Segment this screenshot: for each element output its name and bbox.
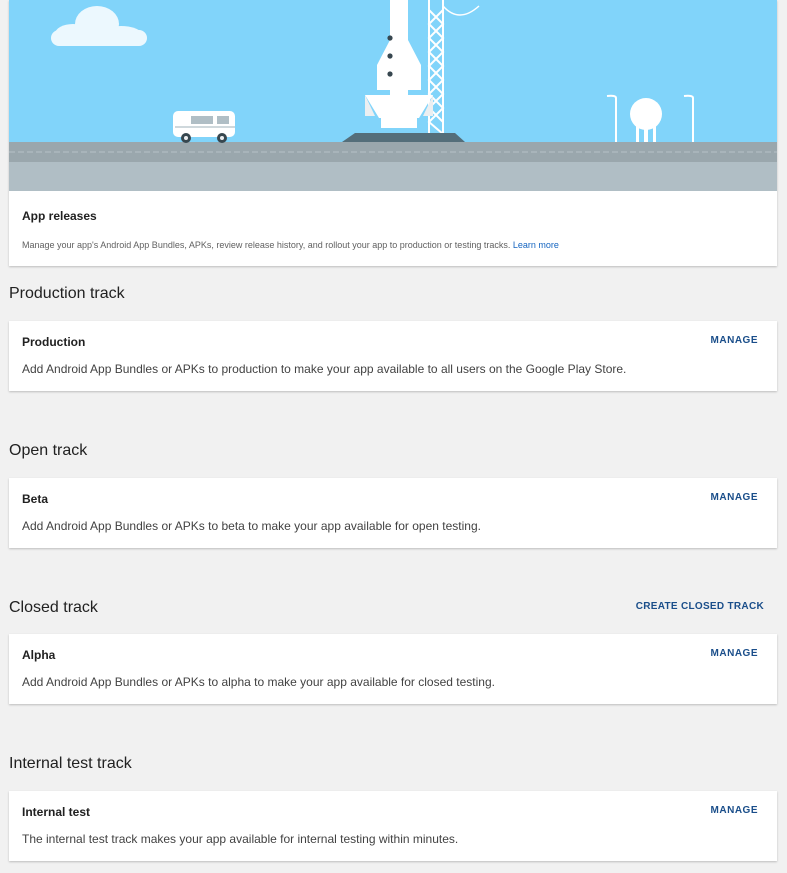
track-description: Add Android App Bundles or APKs to alpha… (22, 675, 495, 689)
track-name: Production (22, 335, 86, 349)
rocket-launch-illustration (9, 0, 777, 191)
track-name: Alpha (22, 648, 56, 662)
track-name: Internal test (22, 805, 91, 819)
app-releases-title: App releases (22, 209, 97, 223)
app-releases-card: App releases Manage your app's Android A… (9, 0, 777, 266)
track-description: Add Android App Bundles or APKs to beta … (22, 519, 481, 533)
manage-internal-test-button[interactable]: MANAGE (711, 805, 758, 816)
app-releases-description: Manage your app's Android App Bundles, A… (22, 240, 559, 250)
manage-alpha-button[interactable]: MANAGE (711, 648, 758, 659)
track-card-internal-test: Internal test MANAGE The internal test t… (9, 791, 777, 861)
track-description: Add Android App Bundles or APKs to produ… (22, 362, 627, 376)
track-card-production: Production MANAGE Add Android App Bundle… (9, 321, 777, 391)
manage-beta-button[interactable]: MANAGE (711, 492, 758, 503)
track-name: Beta (22, 492, 49, 506)
app-releases-description-text: Manage your app's Android App Bundles, A… (22, 240, 511, 250)
section-title-production: Production track (9, 285, 125, 302)
track-card-alpha: Alpha MANAGE Add Android App Bundles or … (9, 634, 777, 704)
track-description: The internal test track makes your app a… (22, 832, 459, 846)
section-title-open: Open track (9, 442, 88, 459)
track-card-beta: Beta MANAGE Add Android App Bundles or A… (9, 478, 777, 548)
create-closed-track-button[interactable]: CREATE CLOSED TRACK (636, 601, 764, 612)
learn-more-link[interactable]: Learn more (513, 240, 559, 250)
manage-production-button[interactable]: MANAGE (711, 335, 758, 346)
section-title-closed: Closed track (9, 599, 98, 616)
section-title-internal: Internal test track (9, 755, 132, 772)
